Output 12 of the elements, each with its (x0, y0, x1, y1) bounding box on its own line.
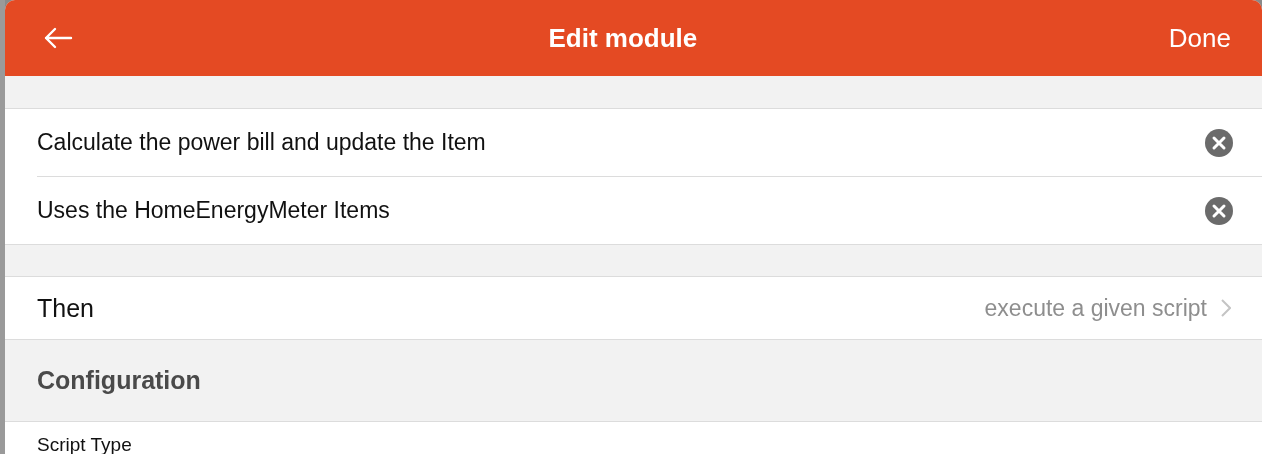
then-value: execute a given script (984, 294, 1207, 322)
clear-icon[interactable] (1205, 196, 1233, 225)
clear-icon[interactable] (1205, 128, 1233, 157)
done-button[interactable]: Done (1168, 22, 1231, 54)
back-arrow-icon (43, 27, 73, 49)
text-field[interactable]: Uses the HomeEnergyMeter Items (37, 197, 1205, 224)
section-title: Configuration (37, 366, 201, 395)
header-title: Edit module (548, 22, 698, 54)
then-label: Then (37, 293, 95, 323)
text-field[interactable]: Calculate the power bill and update the Item (37, 129, 1205, 156)
chevron-right-icon (1221, 299, 1231, 317)
then-row[interactable]: Then execute a given script (5, 277, 1262, 339)
